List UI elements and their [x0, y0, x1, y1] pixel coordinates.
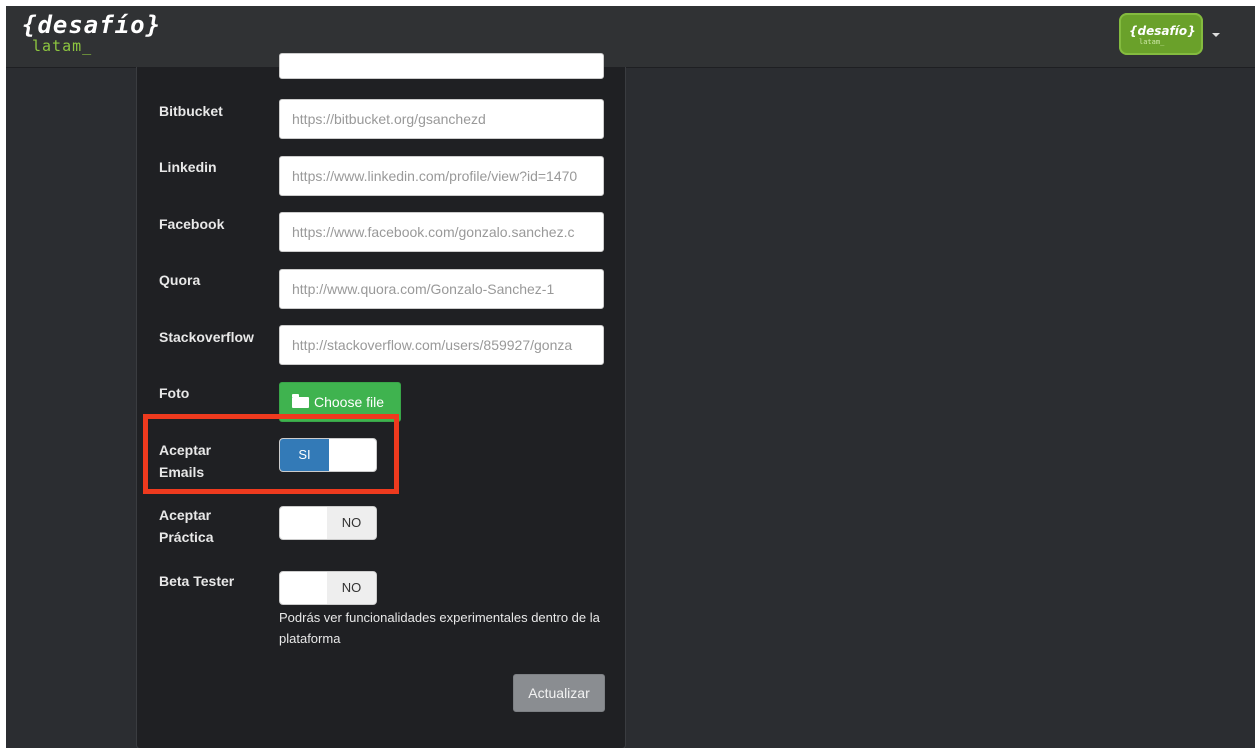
- aceptar-emails-label: Aceptar Emails: [159, 439, 211, 483]
- choose-file-button[interactable]: Choose file: [279, 382, 401, 422]
- top-navbar: {desafío} latam_ {desafío} latam_: [6, 6, 1255, 68]
- choose-file-label: Choose file: [314, 394, 385, 410]
- quora-label: Quora: [159, 272, 201, 288]
- aceptar-practica-label-line1: Aceptar: [159, 507, 212, 523]
- aceptar-emails-label-line1: Aceptar: [159, 442, 212, 458]
- chevron-down-icon[interactable]: [1212, 33, 1220, 37]
- aceptar-practica-label: Aceptar Práctica: [159, 504, 213, 548]
- beta-tester-toggle[interactable]: NO: [279, 571, 377, 605]
- aceptar-practica-label-line2: Práctica: [159, 529, 214, 545]
- profile-form-panel: Bitbucket https://bitbucket.org/gsanchez…: [136, 53, 626, 748]
- linkedin-input[interactable]: https://www.linkedin.com/profile/view?id…: [279, 156, 604, 196]
- stackoverflow-label: Stackoverflow: [159, 329, 254, 345]
- desafio-logo[interactable]: {desafío} latam_: [22, 12, 161, 54]
- aceptar-emails-toggle[interactable]: SI: [279, 438, 377, 472]
- aceptar-practica-toggle[interactable]: NO: [279, 506, 377, 540]
- beta-tester-label: Beta Tester: [159, 573, 235, 589]
- logo-main-text: {desafío}: [22, 11, 162, 39]
- previous-field-input[interactable]: [279, 53, 604, 79]
- facebook-input[interactable]: https://www.facebook.com/gonzalo.sanchez…: [279, 212, 604, 252]
- avatar-logo-text: {desafío}: [1129, 24, 1196, 38]
- beta-tester-help-text: Podrás ver funcionalidades experimentale…: [279, 610, 600, 646]
- toggle-on-label: SI: [280, 439, 329, 471]
- quora-input[interactable]: http://www.quora.com/Gonzalo-Sanchez-1: [279, 269, 604, 309]
- aceptar-emails-label-line2: Emails: [159, 464, 205, 480]
- foto-label: Foto: [159, 385, 190, 401]
- app-window: {desafío} latam_ {desafío} latam_ Bitbuc…: [6, 6, 1255, 748]
- stackoverflow-input[interactable]: http://stackoverflow.com/users/859927/go…: [279, 325, 604, 365]
- toggle-off-label: NO: [327, 572, 376, 604]
- facebook-label: Facebook: [159, 216, 225, 232]
- actualizar-button[interactable]: Actualizar: [513, 674, 605, 712]
- user-avatar[interactable]: {desafío} latam_: [1119, 13, 1203, 55]
- bitbucket-input[interactable]: https://bitbucket.org/gsanchezd: [279, 99, 604, 139]
- linkedin-label: Linkedin: [159, 159, 217, 175]
- folder-open-icon: [292, 394, 309, 408]
- logo-sub-text: latam_: [32, 37, 93, 55]
- avatar-logo-subtext: latam_: [1139, 38, 1165, 46]
- toggle-off-label: NO: [327, 507, 376, 539]
- bitbucket-label: Bitbucket: [159, 103, 223, 119]
